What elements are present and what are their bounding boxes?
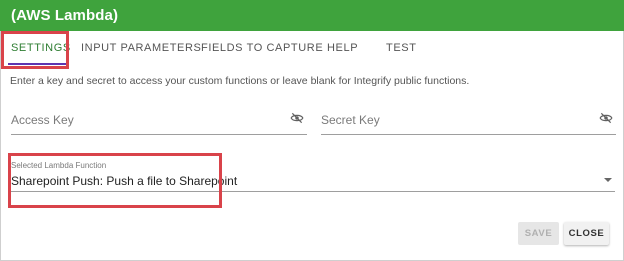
access-key-label: Access Key (11, 113, 74, 127)
highlight-box-tab (1, 31, 69, 69)
dialog-title: (AWS Lambda) (11, 7, 119, 24)
eye-off-icon[interactable] (598, 111, 614, 125)
dialog-header: (AWS Lambda) (0, 0, 624, 31)
tab-bar: SETTINGS INPUT PARAMETERS FIELDS TO CAPT… (0, 34, 624, 65)
instruction-text: Enter a key and secret to access your cu… (10, 75, 470, 87)
close-button[interactable]: CLOSE (564, 222, 609, 245)
access-key-field[interactable]: Access Key (11, 108, 307, 135)
secret-key-label: Secret Key (321, 113, 380, 127)
tab-help[interactable]: HELP (327, 42, 358, 54)
tab-fields-to-capture[interactable]: FIELDS TO CAPTURE (201, 42, 323, 54)
tab-test[interactable]: TEST (386, 42, 417, 54)
tab-input-parameters[interactable]: INPUT PARAMETERS (81, 42, 201, 54)
save-button[interactable]: SAVE (518, 222, 559, 245)
eye-off-icon[interactable] (289, 111, 305, 125)
secret-key-field[interactable]: Secret Key (321, 108, 616, 135)
chevron-down-icon[interactable] (604, 178, 612, 182)
highlight-box-select (8, 153, 222, 208)
